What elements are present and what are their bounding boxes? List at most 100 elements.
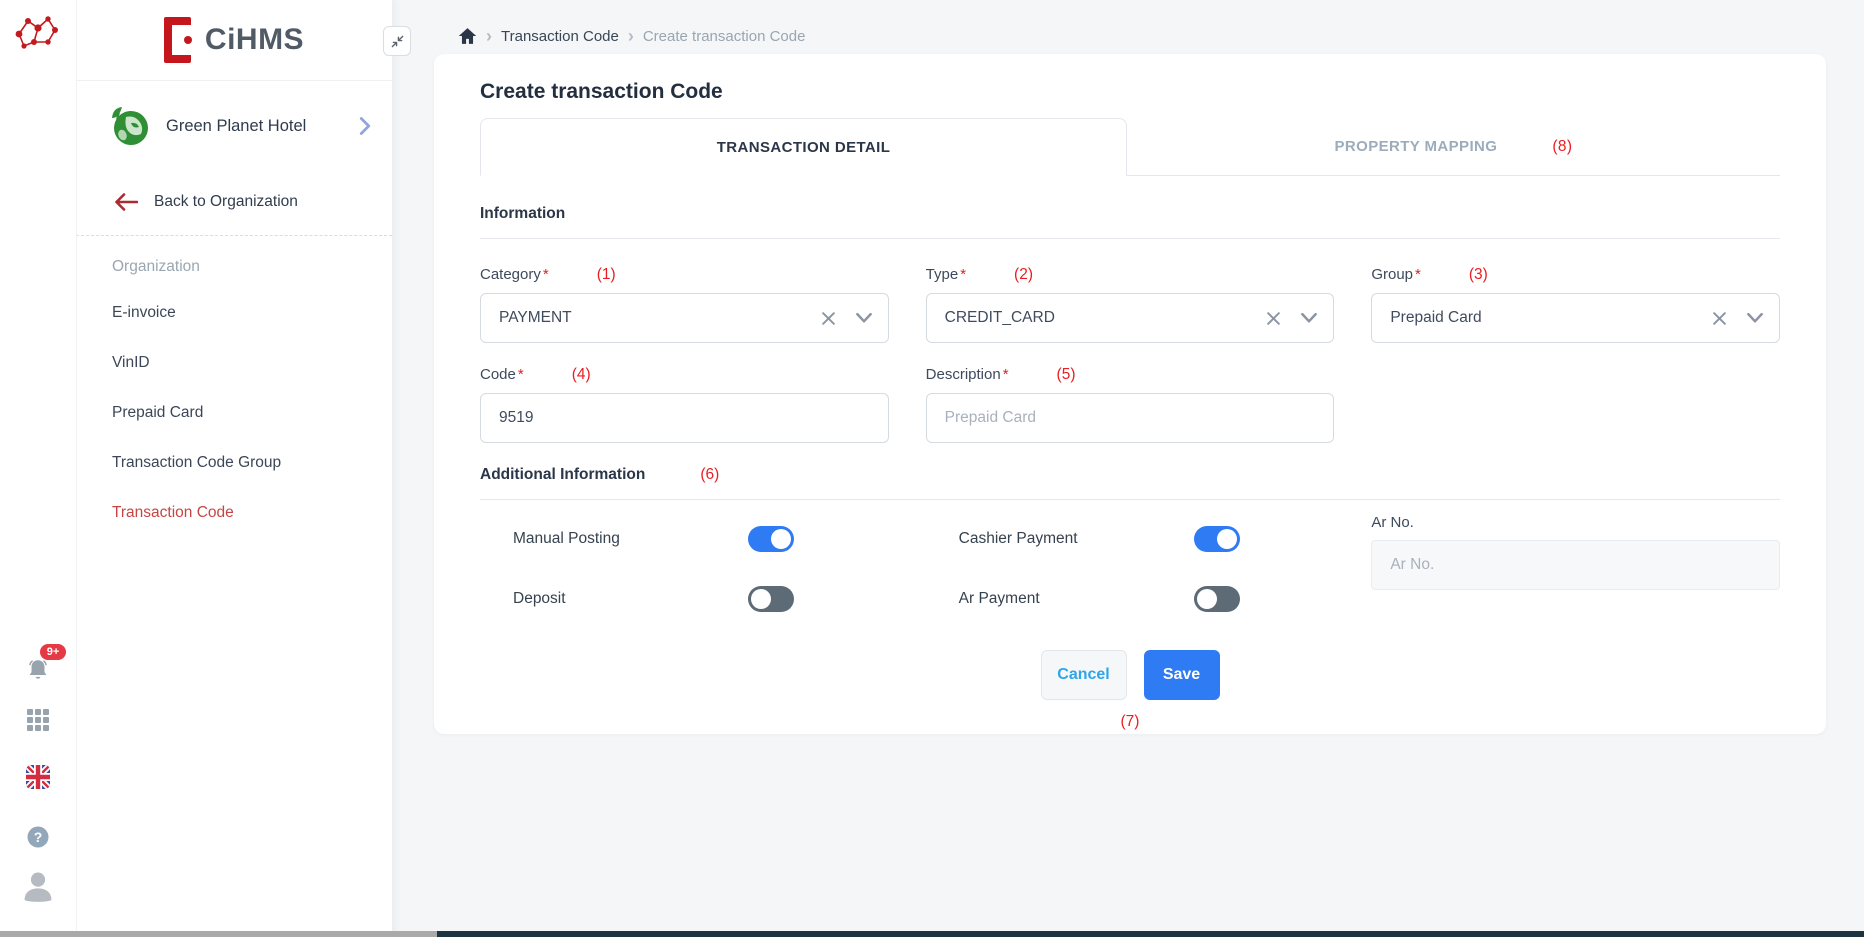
property-selector[interactable]: Green Planet Hotel <box>76 95 392 157</box>
group-select[interactable]: Prepaid Card <box>1371 293 1780 343</box>
additional-section-header: Additional Information (6) <box>480 466 1780 484</box>
user-profile-button[interactable] <box>18 869 58 903</box>
horizontal-scrollbar[interactable] <box>0 931 1864 937</box>
additional-title: Additional Information <box>480 466 645 484</box>
sidebar-item-vinid[interactable]: VinID <box>112 338 392 388</box>
group-chevron-down-icon[interactable] <box>1747 313 1763 323</box>
save-button[interactable]: Save <box>1144 650 1220 700</box>
create-transaction-card: Create transaction Code TRANSACTION DETA… <box>434 54 1826 734</box>
tab-property-mapping-label: PROPERTY MAPPING <box>1335 138 1498 155</box>
category-clear-icon[interactable] <box>821 311 836 326</box>
type-value: CREDIT_CARD <box>945 309 1247 327</box>
bell-icon <box>25 657 51 683</box>
arrow-left-icon <box>114 193 138 211</box>
required-asterisk: * <box>960 266 966 283</box>
sidebar-item-transaction-code-group[interactable]: Transaction Code Group <box>112 438 392 488</box>
cancel-button[interactable]: Cancel <box>1041 650 1127 700</box>
category-select[interactable]: PAYMENT <box>480 293 889 343</box>
code-label-row: Code* (4) <box>480 366 889 384</box>
group-label-row: Group * (3) <box>1371 266 1780 284</box>
description-input[interactable] <box>926 393 1335 443</box>
tab-bar: TRANSACTION DETAIL PROPERTY MAPPING (8) <box>480 118 1780 176</box>
required-asterisk: * <box>543 266 549 283</box>
breadcrumb-separator: › <box>628 29 634 43</box>
toggle-knob <box>1217 529 1237 549</box>
help-button[interactable]: ? <box>18 820 58 854</box>
home-icon[interactable] <box>458 27 477 45</box>
annotation-1: (1) <box>597 266 616 284</box>
category-value: PAYMENT <box>499 309 801 327</box>
app-logo-text: CiHMS <box>205 23 304 57</box>
ar-payment-toggle[interactable] <box>1194 586 1240 612</box>
svg-text:?: ? <box>34 829 43 845</box>
deposit-toggle[interactable] <box>748 586 794 612</box>
information-section-header: Information <box>480 205 1780 223</box>
group-label: Group <box>1371 266 1413 283</box>
code-input[interactable] <box>480 393 889 443</box>
additional-fields: Manual Posting Cashier Payment Ar No. De… <box>480 514 1780 624</box>
cashier-payment-label: Cashier Payment <box>959 530 1194 548</box>
page-title: Create transaction Code <box>480 80 1780 104</box>
ar-no-label: Ar No. <box>1371 514 1414 531</box>
category-chevron-down-icon[interactable] <box>856 313 872 323</box>
information-fields: Category* (1) PAYMENT Type* (2) <box>480 266 1780 466</box>
type-label-row: Type* (2) <box>926 266 1335 284</box>
back-to-organization-link[interactable]: Back to Organization <box>76 187 392 217</box>
annotation-6: (6) <box>700 466 719 484</box>
scrollbar-track <box>437 931 1864 937</box>
toggle-knob <box>771 529 791 549</box>
annotation-3: (3) <box>1469 266 1488 284</box>
category-label: Category <box>480 266 541 283</box>
annotation-8: (8) <box>1552 138 1572 156</box>
manual-posting-label: Manual Posting <box>513 530 748 548</box>
required-asterisk: * <box>1003 366 1009 383</box>
ar-no-input[interactable] <box>1371 540 1780 590</box>
type-select[interactable]: CREDIT_CARD <box>926 293 1335 343</box>
property-name: Green Planet Hotel <box>166 117 358 136</box>
sidebar-divider <box>76 235 392 236</box>
cashier-payment-toggle[interactable] <box>1194 526 1240 552</box>
scrollbar-thumb[interactable] <box>0 931 437 937</box>
notifications-button[interactable]: 9+ <box>18 653 58 687</box>
code-label: Code <box>480 366 516 383</box>
code-field: Code* (4) <box>480 366 889 443</box>
required-asterisk: * <box>518 366 524 383</box>
sidebar-item-e-invoice[interactable]: E-invoice <box>112 288 392 338</box>
network-logo-icon <box>12 10 64 54</box>
tab-property-mapping[interactable]: PROPERTY MAPPING (8) <box>1127 118 1780 175</box>
group-clear-icon[interactable] <box>1712 311 1727 326</box>
annotation-5: (5) <box>1057 366 1076 384</box>
category-label-row: Category* (1) <box>480 266 889 284</box>
back-label: Back to Organization <box>154 193 298 211</box>
language-button[interactable] <box>18 760 58 794</box>
required-asterisk: * <box>1415 266 1421 283</box>
form-actions: Cancel Save <box>480 650 1780 700</box>
category-field: Category* (1) PAYMENT <box>480 266 889 343</box>
description-label: Description <box>926 366 1001 383</box>
description-label-row: Description* (5) <box>926 366 1335 384</box>
group-value: Prepaid Card <box>1390 309 1692 327</box>
question-icon: ? <box>26 825 50 849</box>
type-clear-icon[interactable] <box>1266 311 1281 326</box>
ar-no-field: Ar No. <box>1371 514 1780 624</box>
sidebar-menu: Organization E-invoice VinID Prepaid Car… <box>76 246 392 538</box>
type-chevron-down-icon[interactable] <box>1301 313 1317 323</box>
tab-transaction-detail[interactable]: TRANSACTION DETAIL <box>480 118 1127 176</box>
type-field: Type* (2) CREDIT_CARD <box>926 266 1335 343</box>
cashier-payment-row: Cashier Payment <box>926 514 1335 564</box>
manual-posting-row: Manual Posting <box>480 514 889 564</box>
section-divider <box>480 238 1780 239</box>
user-avatar-icon <box>21 868 55 904</box>
group-field: Group * (3) Prepaid Card <box>1371 266 1780 343</box>
manual-posting-toggle[interactable] <box>748 526 794 552</box>
breadcrumb-transaction-code[interactable]: Transaction Code <box>501 28 619 45</box>
breadcrumb-separator: › <box>486 29 492 43</box>
cihms-door-icon <box>164 17 195 64</box>
breadcrumb-current: Create transaction Code <box>643 28 806 45</box>
menu-section-organization: Organization <box>112 246 392 288</box>
ar-payment-label: Ar Payment <box>959 590 1194 608</box>
sidebar-item-transaction-code[interactable]: Transaction Code <box>112 488 392 538</box>
sidebar-item-prepaid-card[interactable]: Prepaid Card <box>112 388 392 438</box>
collapse-sidebar-button[interactable] <box>383 26 411 56</box>
apps-button[interactable] <box>18 703 58 737</box>
